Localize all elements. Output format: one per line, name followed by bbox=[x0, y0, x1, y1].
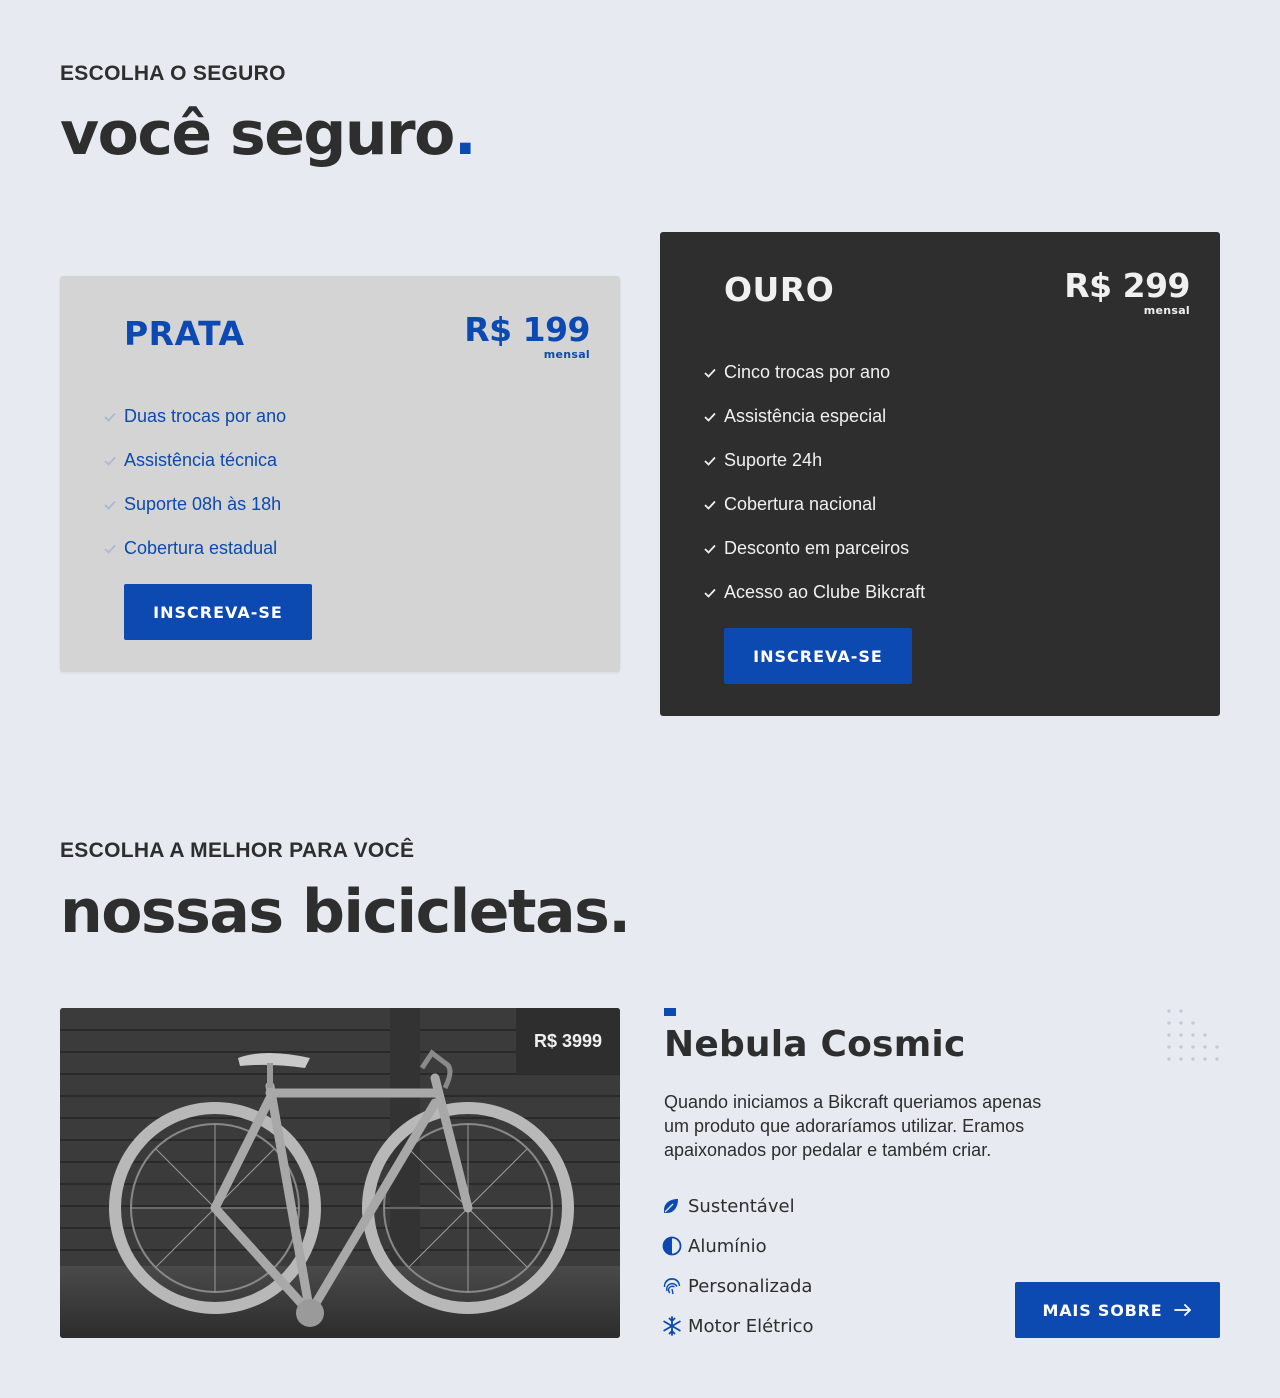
more-about-label: MAIS SOBRE bbox=[1042, 1300, 1163, 1320]
check-icon bbox=[104, 450, 124, 471]
check-icon bbox=[704, 406, 724, 427]
plan-features: Cinco trocas por ano Assistência especia… bbox=[704, 350, 925, 614]
plan-card-ouro: OURO R$ 299 mensal Cinco trocas por ano … bbox=[660, 232, 1220, 716]
bike-feature-label: Sustentável bbox=[688, 1195, 795, 1217]
plan-feature-label: Suporte 08h às 18h bbox=[124, 493, 282, 514]
half-circle-icon bbox=[662, 1236, 688, 1256]
snowflake-icon bbox=[662, 1316, 688, 1336]
plan-feature-label: Desconto em parceiros bbox=[724, 537, 910, 558]
arrow-right-icon bbox=[1174, 1301, 1192, 1320]
check-icon bbox=[704, 494, 724, 515]
plan-feature: Suporte 24h bbox=[704, 438, 925, 482]
check-icon bbox=[104, 494, 124, 515]
plan-feature-label: Assistência técnica bbox=[124, 449, 278, 470]
plan-feature-label: Duas trocas por ano bbox=[124, 405, 287, 426]
check-icon bbox=[704, 362, 724, 383]
bike-price-tag: R$ 3999 bbox=[516, 1008, 620, 1074]
plan-feature-label: Assistência especial bbox=[724, 405, 887, 426]
plan-feature: Cobertura nacional bbox=[704, 482, 925, 526]
bike-feature-label: Alumínio bbox=[688, 1235, 767, 1257]
bike-feature-personalizada: Personalizada bbox=[662, 1266, 814, 1306]
plan-feature-label: Cobertura estadual bbox=[124, 537, 278, 558]
fingerprint-icon bbox=[662, 1276, 688, 1296]
bike-feature-aluminio: Alumínio bbox=[662, 1226, 814, 1266]
plan-feature-label: Cinco trocas por ano bbox=[724, 361, 891, 382]
plan-card-prata: PRATA R$ 199 mensal Duas trocas por ano … bbox=[60, 276, 620, 672]
insurance-title-text: você seguro bbox=[60, 99, 455, 169]
plan-feature: Duas trocas por ano bbox=[104, 394, 286, 438]
insurance-title: você seguro. bbox=[60, 104, 477, 164]
plan-feature: Cobertura estadual bbox=[104, 526, 286, 570]
plan-feature: Cinco trocas por ano bbox=[704, 350, 925, 394]
plan-feature: Assistência técnica bbox=[104, 438, 286, 482]
check-icon bbox=[104, 406, 124, 427]
more-about-button[interactable]: MAIS SOBRE bbox=[1015, 1282, 1220, 1338]
plan-price: R$ 299 mensal bbox=[1064, 269, 1190, 316]
plan-name: PRATA bbox=[124, 314, 245, 353]
bike-description: Quando iniciamos a Bikcraft queriamos ap… bbox=[664, 1092, 1042, 1160]
plan-feature-label: Cobertura nacional bbox=[724, 493, 877, 514]
bike-feature-label: Motor Elétrico bbox=[688, 1315, 814, 1337]
check-icon bbox=[704, 538, 724, 559]
insurance-subtitle: ESCOLHA O SEGURO bbox=[60, 62, 286, 85]
plan-feature-label: Acesso ao Clube Bikcraft bbox=[724, 581, 926, 602]
plan-feature: Desconto em parceiros bbox=[704, 526, 925, 570]
bikes-title: nossas bicicletas. bbox=[60, 877, 631, 947]
subscribe-button-prata[interactable]: INSCREVA-SE bbox=[124, 584, 312, 640]
bike-image: R$ 3999 bbox=[60, 1008, 620, 1338]
check-icon bbox=[704, 450, 724, 471]
bikes-subtitle: ESCOLHA A MELHOR PARA VOCÊ bbox=[60, 839, 415, 862]
leaf-icon bbox=[662, 1197, 688, 1215]
bike-feature-motor-eletrico: Motor Elétrico bbox=[662, 1306, 814, 1346]
insurance-title-dot: . bbox=[453, 99, 477, 169]
plan-price: R$ 199 mensal bbox=[464, 313, 590, 360]
bike-features: Sustentável Alumínio Personalizada Motor… bbox=[662, 1186, 814, 1346]
plan-name: OURO bbox=[724, 270, 835, 309]
plan-feature: Assistência especial bbox=[704, 394, 925, 438]
plan-period: mensal bbox=[1143, 304, 1190, 317]
plan-price-value: R$ 299 bbox=[1064, 266, 1190, 305]
bike-name: Nebula Cosmic bbox=[664, 1024, 966, 1065]
plan-feature: Suporte 08h às 18h bbox=[104, 482, 286, 526]
dots-pattern-decoration bbox=[1167, 1009, 1219, 1061]
plan-price-value: R$ 199 bbox=[464, 310, 590, 349]
bike-feature-label: Personalizada bbox=[688, 1275, 813, 1297]
check-icon bbox=[104, 538, 124, 559]
check-icon bbox=[704, 582, 724, 603]
plan-feature: Acesso ao Clube Bikcraft bbox=[704, 570, 925, 614]
plan-period: mensal bbox=[543, 348, 590, 361]
subscribe-button-ouro[interactable]: INSCREVA-SE bbox=[724, 628, 912, 684]
plan-features: Duas trocas por ano Assistência técnica … bbox=[104, 394, 286, 570]
plan-feature-label: Suporte 24h bbox=[724, 449, 823, 470]
bike-feature-sustentavel: Sustentável bbox=[662, 1186, 814, 1226]
accent-bar bbox=[664, 1008, 676, 1016]
